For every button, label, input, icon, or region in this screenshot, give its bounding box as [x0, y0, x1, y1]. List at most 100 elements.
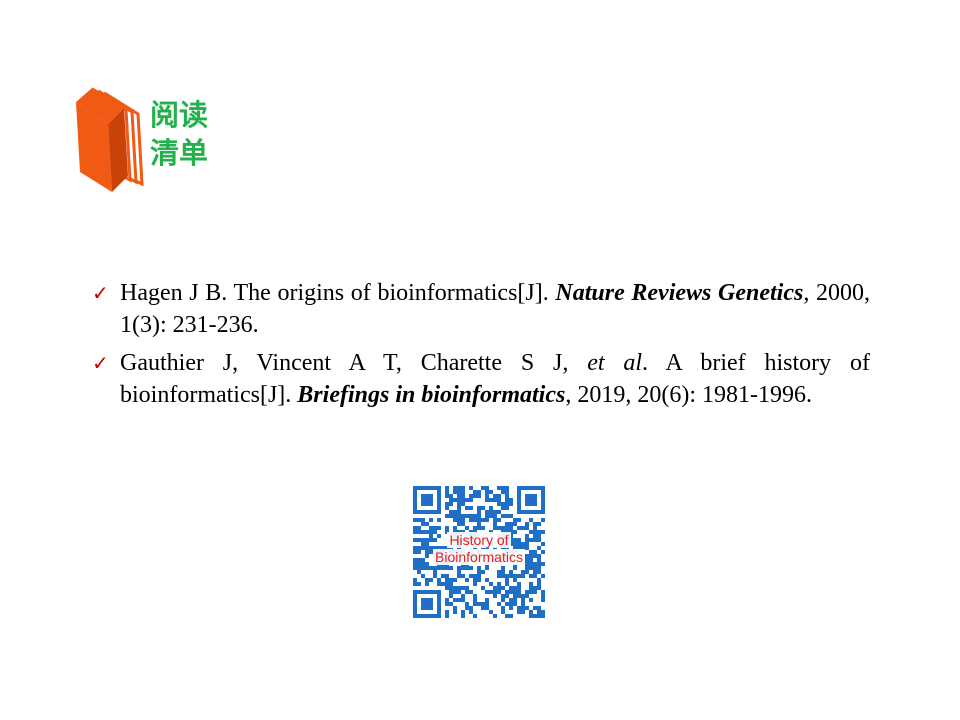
qr-module — [433, 566, 437, 570]
qr-module — [465, 606, 469, 610]
qr-module — [497, 510, 501, 514]
qr-module — [541, 594, 545, 598]
qr-module — [493, 586, 497, 590]
qr-finder-pattern — [421, 598, 433, 610]
qr-module — [501, 570, 505, 574]
logo-line-2: 清单 — [150, 136, 209, 170]
qr-module — [529, 610, 533, 614]
qr-module — [461, 598, 465, 602]
qr-module — [425, 578, 429, 582]
qr-module — [505, 522, 509, 526]
qr-module — [541, 574, 545, 578]
qr-module — [465, 602, 469, 606]
qr-module — [437, 582, 441, 586]
qr-module — [529, 590, 533, 594]
qr-module — [541, 518, 545, 522]
qr-module — [489, 498, 493, 502]
qr-module — [445, 598, 449, 602]
qr-module — [493, 514, 497, 518]
qr-module — [461, 566, 465, 570]
qr-module — [477, 510, 481, 514]
qr-finder-pattern — [421, 494, 433, 506]
qr-code[interactable]: History of Bioinformatics — [413, 486, 545, 618]
qr-module — [529, 598, 533, 602]
qr-module — [501, 566, 505, 570]
qr-module — [509, 606, 513, 610]
qr-module — [461, 494, 465, 498]
reference-item-1: ✓ Hagen J B. The origins of bioinformati… — [92, 277, 870, 341]
qr-module — [453, 586, 457, 590]
qr-module — [509, 514, 513, 518]
qr-module — [445, 490, 449, 494]
qr-module — [501, 514, 505, 518]
qr-module — [437, 526, 441, 530]
qr-module — [505, 590, 509, 594]
qr-module — [469, 590, 473, 594]
qr-module — [497, 498, 501, 502]
qr-module — [417, 518, 421, 522]
qr-module — [501, 594, 505, 598]
qr-module — [457, 506, 461, 510]
qr-module — [445, 514, 449, 518]
qr-module — [517, 526, 521, 530]
qr-module — [457, 590, 461, 594]
qr-module — [425, 582, 429, 586]
logo-line-1: 阅读 — [150, 98, 209, 132]
qr-module — [453, 590, 457, 594]
qr-module — [485, 518, 489, 522]
qr-module — [473, 514, 477, 518]
qr-module — [509, 614, 513, 618]
qr-module — [457, 510, 461, 514]
qr-module — [413, 566, 417, 570]
qr-module — [509, 522, 513, 526]
qr-module — [521, 526, 525, 530]
qr-module — [477, 574, 481, 578]
qr-module — [513, 590, 517, 594]
qr-module — [457, 518, 461, 522]
qr-module — [505, 486, 509, 490]
qr-module — [485, 490, 489, 494]
qr-module — [501, 610, 505, 614]
reading-list-logo: 阅读 清单 — [72, 84, 232, 194]
qr-module — [537, 566, 541, 570]
reference-et-al: et al — [587, 350, 643, 376]
qr-module — [445, 586, 449, 590]
qr-module — [469, 610, 473, 614]
qr-module — [453, 606, 457, 610]
qr-module — [433, 570, 437, 574]
qr-module — [485, 566, 489, 570]
qr-module — [517, 610, 521, 614]
reference-details: , 2019, 20(6): 1981-1996. — [565, 382, 812, 408]
qr-module — [537, 582, 541, 586]
qr-module — [457, 486, 461, 490]
qr-module — [421, 566, 425, 570]
qr-module — [449, 510, 453, 514]
qr-module — [473, 578, 477, 582]
qr-module — [453, 610, 457, 614]
qr-module — [497, 502, 501, 506]
qr-module — [469, 606, 473, 610]
qr-module — [477, 578, 481, 582]
qr-module — [481, 570, 485, 574]
qr-module — [505, 602, 509, 606]
qr-module — [445, 578, 449, 582]
qr-module — [533, 586, 537, 590]
qr-module — [473, 598, 477, 602]
qr-module — [465, 590, 469, 594]
qr-module — [505, 574, 509, 578]
qr-module — [489, 610, 493, 614]
qr-module — [513, 602, 517, 606]
qr-label: History of Bioinformatics — [413, 532, 545, 566]
qr-module — [497, 582, 501, 586]
qr-module — [449, 586, 453, 590]
qr-module — [493, 510, 497, 514]
qr-module — [477, 526, 481, 530]
qr-module — [473, 518, 477, 522]
qr-module — [501, 486, 505, 490]
qr-module — [537, 570, 541, 574]
qr-label-line-1: History of — [447, 532, 511, 548]
qr-module — [477, 518, 481, 522]
qr-module — [481, 586, 485, 590]
qr-module — [497, 526, 501, 530]
qr-module — [501, 502, 505, 506]
